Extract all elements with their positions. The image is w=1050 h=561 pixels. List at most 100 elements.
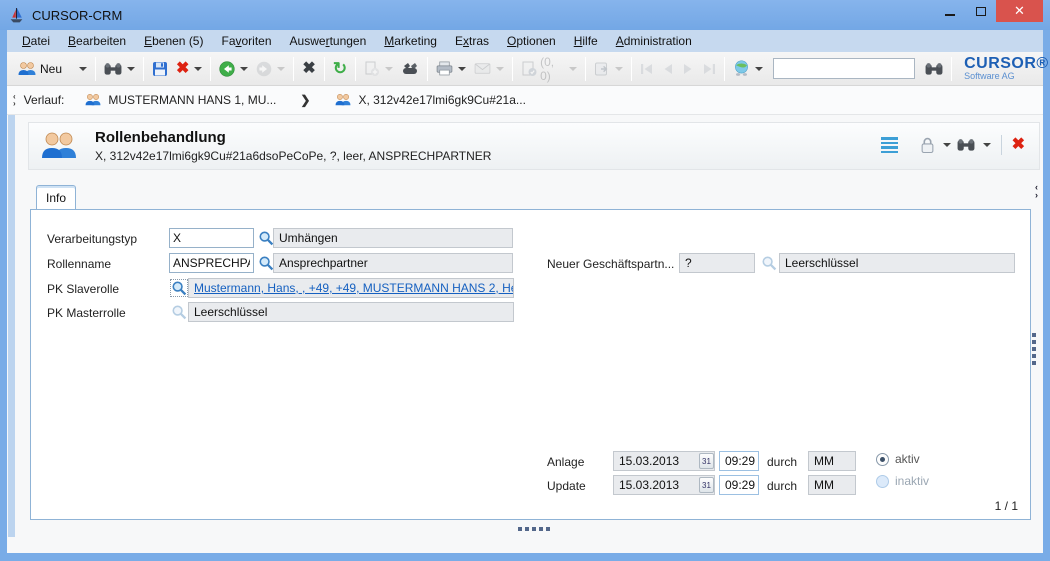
history-bar: ‹ › Verlauf: MUSTERMANN HANS 1, MU... ❯ X… bbox=[7, 86, 1043, 115]
lookup-magnifier-icon[interactable] bbox=[170, 279, 188, 297]
cancel-icon: ✖ bbox=[302, 59, 316, 77]
chevron-down-icon bbox=[277, 66, 286, 71]
print-button[interactable] bbox=[432, 58, 470, 79]
field-label-update: Update bbox=[547, 479, 586, 493]
refresh-icon: ↻ bbox=[332, 58, 348, 78]
field-label-verarbeitungstyp: Verarbeitungstyp bbox=[47, 232, 138, 246]
main-area: Rollenbehandlung X, 312v42e17lmi6gk9Cu#2… bbox=[7, 115, 1043, 553]
aktiv-radio[interactable] bbox=[876, 452, 889, 466]
history-item-label: MUSTERMANN HANS 1, MU... bbox=[108, 93, 277, 107]
chevron-down-icon[interactable] bbox=[458, 66, 467, 71]
email-button bbox=[470, 59, 508, 78]
history-item-label: X, 312v42e17lmi6gk9Cu#21a... bbox=[358, 93, 526, 107]
envelope-icon bbox=[474, 62, 491, 75]
chevron-down-icon bbox=[569, 66, 578, 71]
lookup-magnifier-icon[interactable] bbox=[171, 304, 187, 320]
chevron-down-icon[interactable] bbox=[240, 66, 249, 71]
info-panel: Verarbeitungstyp Umhängen Rollenname Ans… bbox=[30, 209, 1031, 520]
tab-info[interactable]: Info bbox=[36, 185, 76, 210]
verarbeitungstyp-display: Umhängen bbox=[273, 228, 513, 248]
chevron-down-icon bbox=[496, 66, 505, 71]
menu-optionen[interactable]: Optionen bbox=[498, 32, 565, 50]
calendar-icon[interactable]: 31 bbox=[699, 477, 714, 493]
maximize-button[interactable] bbox=[965, 0, 996, 22]
delete-icon: ✖ bbox=[176, 59, 190, 77]
copy-plus-icon bbox=[364, 61, 380, 77]
rollenname-input[interactable] bbox=[169, 253, 254, 273]
delete-button[interactable]: ✖ bbox=[172, 58, 206, 80]
chevron-down-icon[interactable] bbox=[982, 143, 991, 147]
page-title: Rollenbehandlung bbox=[95, 129, 226, 146]
menu-datei[interactable]: Datei bbox=[13, 32, 59, 50]
inaktiv-radio[interactable] bbox=[876, 474, 889, 488]
binoculars-icon[interactable] bbox=[957, 138, 975, 152]
chevron-down-icon[interactable] bbox=[755, 66, 764, 71]
chevron-down-icon[interactable] bbox=[942, 143, 951, 147]
back-button[interactable] bbox=[215, 58, 252, 80]
toolbar: Neu ✖ ✖ ↻ (0, 0) CURSOR® Software AG bbox=[7, 52, 1048, 86]
calendar-icon[interactable]: 31 bbox=[699, 453, 714, 469]
back-icon bbox=[219, 60, 236, 77]
quick-search-input[interactable] bbox=[773, 58, 916, 79]
quick-search-button[interactable] bbox=[921, 59, 947, 79]
tools-button[interactable] bbox=[397, 59, 423, 79]
lookup-magnifier-icon[interactable] bbox=[258, 255, 274, 271]
menu-extras[interactable]: Extras bbox=[446, 32, 498, 50]
web-search-button[interactable] bbox=[729, 57, 767, 80]
chevron-right-icon: ❯ bbox=[300, 93, 311, 107]
selection-icon bbox=[521, 61, 537, 77]
chevron-down-icon[interactable] bbox=[194, 66, 203, 71]
menu-administration[interactable]: Administration bbox=[607, 32, 701, 50]
left-splitter-strip[interactable] bbox=[8, 115, 15, 537]
menu-favoriten[interactable]: Favoriten bbox=[212, 32, 280, 50]
menu-bearbeiten[interactable]: Bearbeiten bbox=[59, 32, 135, 50]
field-label-anlage: Anlage bbox=[547, 455, 585, 469]
logo-main: CURSOR® bbox=[964, 55, 1049, 72]
cancel-button[interactable]: ✖ bbox=[298, 58, 319, 80]
nav-prev-button bbox=[658, 60, 678, 78]
new-button[interactable]: Neu bbox=[13, 58, 91, 80]
binoculars-icon bbox=[104, 62, 122, 76]
app-window: CURSOR-CRM ✕ Datei Bearbeiten Ebenen (5)… bbox=[0, 0, 1050, 561]
menu-auswertungen[interactable]: Auswertungen bbox=[281, 32, 376, 50]
menu-ebenen[interactable]: Ebenen (5) bbox=[135, 32, 212, 50]
anlage-user-field: MM bbox=[808, 451, 856, 471]
menu-hilfe[interactable]: Hilfe bbox=[565, 32, 607, 50]
forward-icon bbox=[256, 61, 272, 77]
update-user-field: MM bbox=[808, 475, 856, 495]
horizontal-splitter-handle[interactable] bbox=[518, 527, 550, 531]
save-button[interactable] bbox=[148, 58, 172, 80]
lookup-magnifier-icon[interactable] bbox=[761, 255, 777, 271]
save-icon bbox=[152, 61, 168, 77]
close-record-icon[interactable]: ✖ bbox=[1012, 137, 1025, 153]
verarbeitungstyp-input[interactable] bbox=[169, 228, 254, 248]
history-item[interactable]: X, 312v42e17lmi6gk9Cu#21a... bbox=[328, 91, 531, 109]
forward-button bbox=[252, 58, 289, 80]
binoculars-icon bbox=[925, 62, 943, 76]
selection-button: (0, 0) bbox=[517, 52, 581, 86]
neuer-gp-input[interactable]: ? bbox=[679, 253, 755, 273]
search-button[interactable] bbox=[100, 59, 139, 79]
menu-marketing[interactable]: Marketing bbox=[375, 32, 446, 50]
vertical-splitter-handle[interactable] bbox=[1032, 333, 1036, 365]
refresh-button[interactable]: ↻ bbox=[329, 58, 351, 80]
collapse-panel-arrows[interactable]: ‹ › bbox=[1035, 183, 1038, 200]
chevron-down-icon[interactable] bbox=[79, 66, 88, 71]
persons-icon bbox=[334, 93, 352, 107]
nav-next-button bbox=[678, 60, 698, 78]
lookup-magnifier-icon[interactable] bbox=[258, 230, 274, 246]
chevron-down-icon[interactable] bbox=[127, 66, 136, 71]
chevron-down-icon bbox=[385, 66, 394, 71]
list-menu-icon[interactable] bbox=[880, 137, 898, 153]
nav-last-button bbox=[698, 60, 720, 78]
history-nav-arrows[interactable]: ‹ › bbox=[13, 93, 16, 108]
pk-slaverolle-display: Mustermann, Hans, , +49, +49, MUSTERMANN… bbox=[188, 278, 514, 298]
pk-slaverolle-link[interactable]: Mustermann, Hans, , +49, +49, MUSTERMANN… bbox=[194, 281, 513, 295]
history-item[interactable]: MUSTERMANN HANS 1, MU... bbox=[78, 91, 282, 109]
minimize-button[interactable] bbox=[934, 0, 965, 22]
persons-icon bbox=[17, 61, 37, 77]
close-button[interactable]: ✕ bbox=[996, 0, 1043, 22]
field-label-pk-masterrolle: PK Masterrolle bbox=[47, 306, 126, 320]
rollenname-display: Ansprechpartner bbox=[273, 253, 513, 273]
lock-icon[interactable] bbox=[920, 136, 935, 154]
